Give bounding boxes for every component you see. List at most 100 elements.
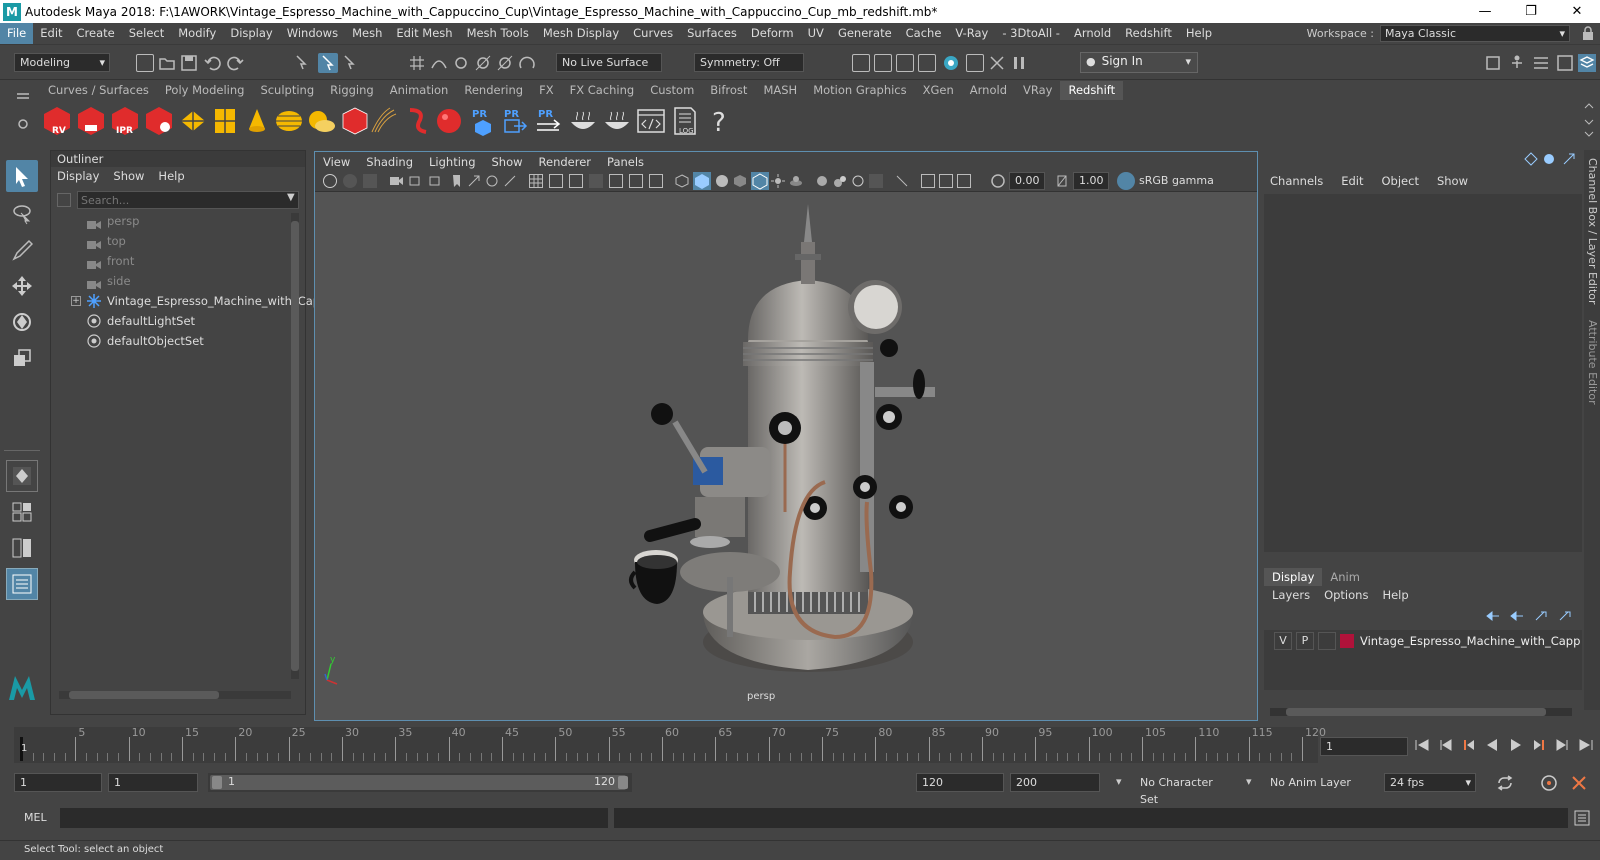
redshift-sun-sky-icon[interactable]: [306, 106, 336, 136]
isolate-select-icon[interactable]: [869, 174, 883, 188]
chevron-down-icon[interactable]: ▾: [1246, 775, 1252, 788]
expand-panel-icon[interactable]: [1562, 152, 1576, 169]
go-to-start-icon[interactable]: [1414, 738, 1430, 755]
camera-attributes-icon[interactable]: [343, 174, 357, 188]
camera-dolly-icon[interactable]: [503, 174, 517, 188]
layer-tab-anim[interactable]: Anim: [1322, 568, 1368, 586]
shelf-tab-fx-caching[interactable]: FX Caching: [562, 81, 643, 100]
animation-preferences-icon[interactable]: [1570, 774, 1588, 795]
viewport-menu-shading[interactable]: Shading: [358, 155, 421, 169]
single-perspective-layout-icon[interactable]: [6, 460, 38, 492]
menu-edit[interactable]: Edit: [33, 23, 69, 44]
redshift-settings-icon[interactable]: [144, 106, 174, 136]
two-view-layout-icon[interactable]: [6, 532, 38, 564]
new-layer-icon[interactable]: [1558, 610, 1572, 625]
backface-culling-icon[interactable]: [957, 174, 971, 188]
grease-pencil-icon[interactable]: [429, 174, 443, 188]
layer-row[interactable]: V P Vintage_Espresso_Machine_with_Cappuc…: [1264, 630, 1582, 652]
redshift-portal-light-icon[interactable]: [210, 106, 240, 136]
side-tab-attribute-editor[interactable]: Attribute Editor: [1586, 320, 1599, 405]
live-surface-field[interactable]: No Live Surface: [556, 53, 662, 72]
shelf-tab-poly-modeling[interactable]: Poly Modeling: [157, 81, 253, 100]
move-layer-up-icon[interactable]: [1486, 610, 1500, 625]
layer-color-swatch[interactable]: [1340, 634, 1354, 648]
channel-box-toggle-icon[interactable]: [1578, 54, 1596, 72]
gate-mask-icon[interactable]: [589, 174, 603, 188]
redshift-bowl-icon[interactable]: [568, 106, 598, 136]
menu-mesh[interactable]: Mesh: [345, 23, 389, 44]
shelf-tab-curves-surfaces[interactable]: Curves / Surfaces: [40, 81, 157, 100]
step-forward-key-icon[interactable]: [1532, 738, 1546, 755]
render-setup-icon[interactable]: [966, 54, 984, 72]
menu-deform[interactable]: Deform: [744, 23, 801, 44]
layer-visibility-toggle[interactable]: V: [1274, 632, 1292, 650]
color-space-label[interactable]: sRGB gamma: [1139, 174, 1214, 187]
menu-generate[interactable]: Generate: [831, 23, 899, 44]
shelf-tab-rendering[interactable]: Rendering: [456, 81, 531, 100]
outliner-menu-show[interactable]: Show: [113, 167, 144, 185]
shelf-tab-bifrost[interactable]: Bifrost: [702, 81, 755, 100]
default-material-icon[interactable]: [715, 174, 729, 188]
menu-surfaces[interactable]: Surfaces: [680, 23, 744, 44]
shelf-tab-custom[interactable]: Custom: [642, 81, 702, 100]
menu-mesh-tools[interactable]: Mesh Tools: [460, 23, 536, 44]
redshift-hair-icon[interactable]: [370, 106, 400, 136]
redshift-area-light-icon[interactable]: [178, 106, 208, 136]
snap-live-icon[interactable]: [518, 54, 536, 72]
menu-mesh-display[interactable]: Mesh Display: [536, 23, 626, 44]
image-plane-icon[interactable]: [389, 174, 403, 188]
attribute-editor-toggle-icon[interactable]: [1532, 54, 1550, 72]
viewport-menu-renderer[interactable]: Renderer: [531, 155, 600, 169]
camera-pan-icon[interactable]: [467, 174, 481, 188]
loop-playback-icon[interactable]: [1496, 775, 1514, 794]
redshift-render-sequence-icon[interactable]: [76, 106, 106, 136]
layer-horizontal-scrollbar[interactable]: [1270, 708, 1572, 716]
move-tool-icon[interactable]: [6, 270, 38, 302]
xray-active-components-icon[interactable]: [939, 174, 953, 188]
range-bar-handle[interactable]: [210, 775, 626, 790]
select-camera-icon[interactable]: [323, 174, 337, 188]
symmetry-dropdown[interactable]: Symmetry: Off: [694, 53, 804, 72]
light-editor-icon[interactable]: [988, 54, 1006, 72]
xray-joints-icon[interactable]: [921, 174, 935, 188]
save-scene-icon[interactable]: [180, 54, 198, 72]
camera-tumble-icon[interactable]: [485, 174, 499, 188]
bookmark-icon[interactable]: [363, 174, 377, 188]
menu-display[interactable]: Display: [223, 23, 279, 44]
render-settings-icon[interactable]: [918, 54, 936, 72]
field-chart-icon[interactable]: [609, 174, 623, 188]
safe-title-icon[interactable]: [649, 174, 663, 188]
redshift-pr-mesh-icon[interactable]: PR: [468, 106, 498, 136]
channel-box-menu-object[interactable]: Object: [1382, 174, 1419, 188]
menu-windows[interactable]: Windows: [280, 23, 345, 44]
shadows-icon[interactable]: [771, 174, 785, 188]
shelf-tab-fx[interactable]: FX: [531, 81, 562, 100]
redshift-help-icon[interactable]: ?: [704, 106, 734, 138]
redshift-volume-icon[interactable]: [402, 106, 432, 136]
viewport-menu-view[interactable]: View: [315, 155, 358, 169]
layer-tab-display[interactable]: Display: [1264, 568, 1323, 586]
animation-start-field[interactable]: 1: [14, 773, 102, 792]
sign-in-button[interactable]: ● Sign In ▾: [1080, 52, 1198, 73]
outliner-menu-display[interactable]: Display: [57, 167, 99, 185]
command-language-label[interactable]: MEL: [24, 811, 47, 824]
redshift-script-icon[interactable]: [636, 106, 666, 136]
animation-end-field[interactable]: 200: [1010, 773, 1100, 792]
outliner-item-default-object-set[interactable]: defaultObjectSet: [87, 331, 204, 351]
redo-icon[interactable]: [226, 54, 244, 72]
menu-file[interactable]: File: [0, 23, 34, 44]
menu-curves[interactable]: Curves: [626, 23, 680, 44]
new-scene-icon[interactable]: [136, 54, 154, 72]
wireframe-icon[interactable]: [675, 174, 689, 188]
select-tool-icon[interactable]: [6, 160, 38, 192]
layer-display-type-toggle[interactable]: [1318, 632, 1336, 650]
open-scene-icon[interactable]: [158, 54, 176, 72]
chevron-down-icon[interactable]: ▼: [287, 192, 295, 203]
channel-box-menu-show[interactable]: Show: [1437, 174, 1468, 188]
textured-icon[interactable]: [733, 174, 747, 188]
viewport-scene[interactable]: y persp: [315, 192, 1257, 720]
outliner-item-default-light-set[interactable]: defaultLightSet: [87, 311, 195, 331]
play-forwards-icon[interactable]: [1509, 738, 1523, 755]
outliner-item-top[interactable]: top: [87, 231, 126, 251]
layer-name[interactable]: Vintage_Espresso_Machine_with_Cappuccir: [1360, 634, 1580, 648]
